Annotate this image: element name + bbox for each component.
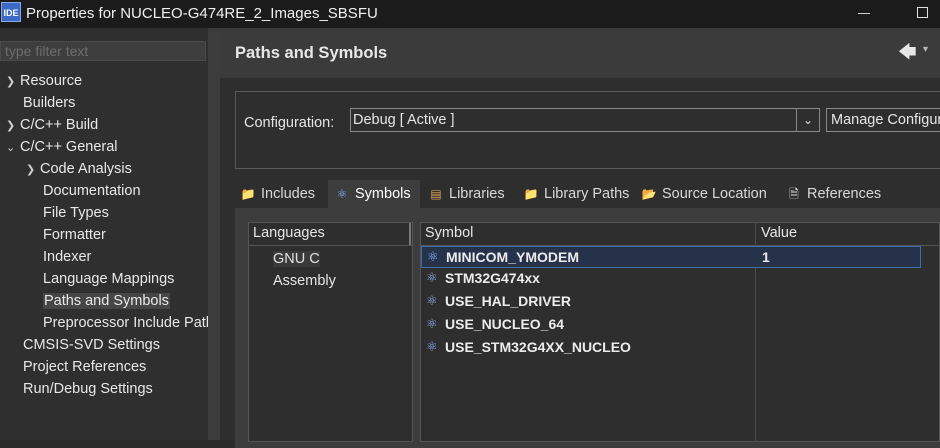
nav-item-builders[interactable]: Builders [23, 94, 75, 112]
column-header-value[interactable]: Value [761, 225, 797, 241]
tab-strip: 📁 Includes ⚛ Symbols ▤ Libraries 📁 Library P… [235, 180, 940, 208]
column-header-symbol[interactable]: Symbol [425, 225, 473, 241]
chevron-down-icon[interactable]: ⌄ [6, 139, 20, 157]
libraries-icon: ▤ [430, 187, 442, 202]
symbol-icon: ⚛ [426, 270, 438, 285]
symbols-table[interactable]: Symbol Value ⚛ MINICOM_YMODEM 1 ⚛ STM32G… [420, 222, 940, 442]
symbol-icon: ⚛ [426, 293, 438, 308]
nav-item-file-types[interactable]: File Types [43, 204, 109, 222]
symbol-icon: ⚛ [426, 339, 438, 354]
nav-item-paths-and-symbols[interactable]: Paths and Symbols [43, 292, 170, 310]
table-row[interactable]: ⚛ USE_NUCLEO_64 [421, 314, 921, 336]
symbols-icon: ⚛ [336, 187, 348, 202]
nav-item-resource[interactable]: ❯ Resource [6, 72, 82, 91]
nav-item-run-debug-settings[interactable]: Run/Debug Settings [23, 380, 153, 398]
tab-library-paths[interactable]: 📁 Library Paths [523, 180, 630, 208]
chevron-right-icon[interactable]: ❯ [26, 161, 40, 179]
configuration-value: Debug [ Active ] [353, 112, 455, 128]
language-item-gnu-c[interactable]: GNU C [273, 251, 320, 267]
table-row[interactable]: ⚛ USE_HAL_DRIVER [421, 291, 921, 313]
table-row[interactable]: ⚛ STM32G474xx [421, 268, 921, 290]
chevron-right-icon[interactable]: ❯ [6, 73, 20, 91]
nav-item-formatter[interactable]: Formatter [43, 226, 106, 244]
nav-item-documentation[interactable]: Documentation [43, 182, 141, 200]
manage-configurations-button[interactable]: Manage Configurations... [826, 108, 940, 132]
minimize-icon[interactable] [858, 13, 870, 14]
tab-includes[interactable]: 📁 Includes [240, 180, 325, 208]
filter-input[interactable]: type filter text [0, 41, 206, 61]
nav-item-code-analysis[interactable]: ❯ Code Analysis [26, 160, 132, 179]
chevron-right-icon[interactable]: ❯ [6, 117, 20, 135]
panel-splitter[interactable] [208, 28, 220, 440]
chevron-down-icon[interactable]: ▾ [923, 44, 928, 55]
nav-item-preprocessor-include-paths[interactable]: Preprocessor Include Path [43, 314, 208, 332]
references-icon: 🗎 [789, 187, 799, 202]
back-arrow-icon[interactable]: 🡄 [898, 40, 917, 70]
property-page: Paths and Symbols 🡄 ▾ Configuration: Deb… [220, 28, 940, 448]
library-paths-icon: 📁 [523, 187, 539, 202]
nav-item-cmsis-svd-settings[interactable]: CMSIS-SVD Settings [23, 336, 160, 354]
chevron-down-icon[interactable]: ⌄ [796, 109, 819, 131]
nav-item-cpp-build[interactable]: ❯ C/C++ Build [6, 116, 98, 135]
language-item-assembly[interactable]: Assembly [273, 273, 336, 289]
maximize-icon[interactable] [917, 7, 928, 18]
configuration-select[interactable]: Debug [ Active ] ⌄ [350, 108, 820, 132]
ide-app-icon: IDE [1, 2, 21, 22]
tab-libraries[interactable]: ▤ Libraries [428, 180, 504, 208]
languages-list[interactable]: Languages GNU C Assembly [248, 222, 413, 442]
page-title: Paths and Symbols [235, 44, 388, 62]
title-bar: IDE Properties for NUCLEO-G474RE_2_Image… [0, 0, 940, 28]
table-row[interactable]: ⚛ USE_STM32G4XX_NUCLEO [421, 337, 921, 359]
nav-item-indexer[interactable]: Indexer [43, 248, 91, 266]
tab-symbols[interactable]: ⚛ Symbols [328, 180, 420, 208]
symbol-icon: ⚛ [427, 249, 439, 264]
symbols-table-header: Symbol Value [421, 223, 939, 246]
tab-source-location[interactable]: 📂 Source Location [641, 180, 767, 208]
table-row[interactable]: ⚛ MINICOM_YMODEM 1 [421, 246, 921, 268]
source-location-icon: 📂 [641, 187, 657, 202]
column-resize-handle[interactable] [409, 223, 411, 245]
configuration-label: Configuration: [244, 115, 335, 131]
nav-item-project-references[interactable]: Project References [23, 358, 146, 376]
window-title: Properties for NUCLEO-G474RE_2_Images_SB… [26, 5, 378, 22]
page-header: Paths and Symbols 🡄 ▾ [220, 28, 940, 78]
includes-icon: 📁 [240, 187, 256, 202]
languages-header: Languages [249, 223, 412, 246]
tab-references[interactable]: 🗎 References [786, 180, 881, 208]
symbol-icon: ⚛ [426, 316, 438, 331]
properties-nav-panel: type filter text ❯ Resource Builders ❯ C/C… [0, 28, 208, 440]
nav-item-cpp-general[interactable]: ⌄ C/C++ General [6, 138, 118, 157]
nav-item-language-mappings[interactable]: Language Mappings [43, 270, 174, 288]
